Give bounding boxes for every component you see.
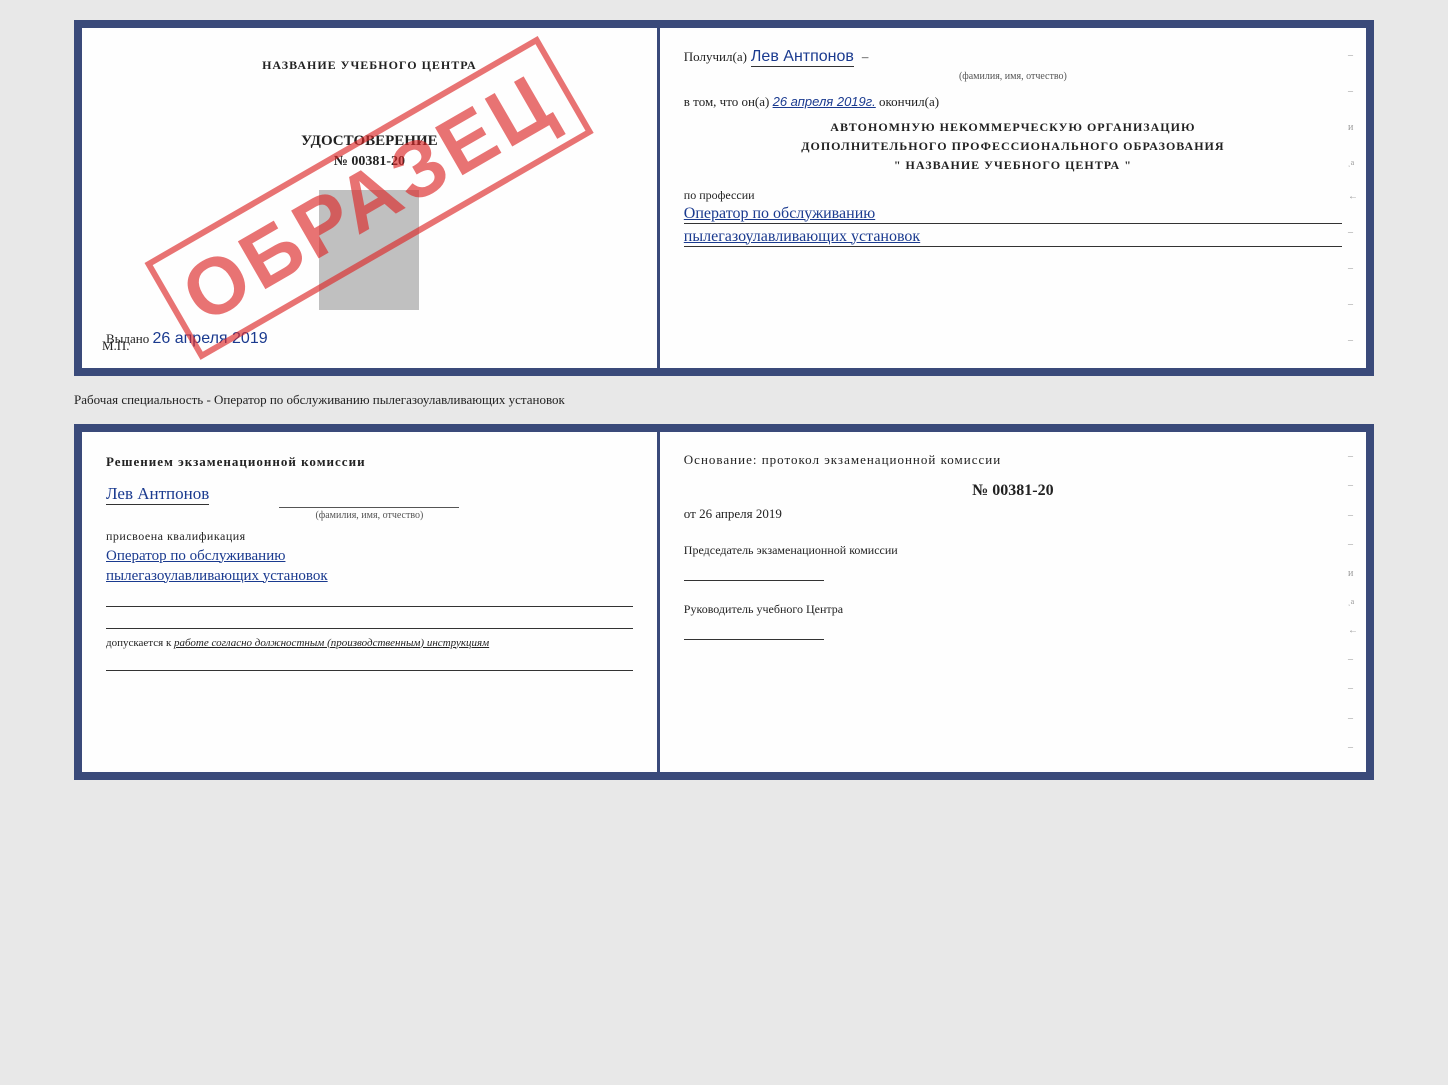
bottom-doc-left: Решением экзаменационной комиссии Лев Ан… <box>82 432 660 772</box>
decision-text: Решением экзаменационной комиссии <box>106 452 633 472</box>
fio-sublabel-bottom: (фамилия, имя, отчество) <box>279 507 459 521</box>
blank-line-3 <box>106 655 633 671</box>
completed-suffix: окончил(а) <box>879 94 939 109</box>
side-dashes-top: ––иͺа←–––– <box>1348 28 1358 368</box>
profession-label: по профессии <box>684 188 1342 203</box>
qual-line1: Оператор по обслуживанию <box>106 548 633 565</box>
protocol-number: № 00381-20 <box>684 482 1342 500</box>
separator-label: Рабочая специальность - Оператор по обсл… <box>74 386 1374 414</box>
admitted-text-value: работе согласно должностным (производств… <box>174 637 489 649</box>
completed-date: 26 апреля 2019г. <box>773 94 876 109</box>
basis-label: Основание: протокол экзаменационной коми… <box>684 452 1342 468</box>
org-line1: АВТОНОМНУЮ НЕКОММЕРЧЕСКУЮ ОРГАНИЗАЦИЮ <box>684 118 1342 137</box>
chairman-sig-line <box>684 563 824 581</box>
received-line: Получил(а) Лев Антпонов – <box>684 48 1342 67</box>
received-label: Получил(а) <box>684 49 747 65</box>
blank-line-1 <box>106 591 633 607</box>
top-doc-left: НАЗВАНИЕ УЧЕБНОГО ЦЕНТРА ОБРАЗЕЦ УДОСТОВ… <box>82 28 660 368</box>
director-label: Руководитель учебного Центра <box>684 601 1342 618</box>
issued-date-value: 26 апреля 2019 <box>153 330 268 347</box>
bottom-document: Решением экзаменационной комиссии Лев Ан… <box>74 424 1374 780</box>
admitted-text: допускается к работе согласно должностны… <box>106 637 633 649</box>
org-line3: " НАЗВАНИЕ УЧЕБНОГО ЦЕНТРА " <box>684 156 1342 175</box>
profession-line1: Оператор по обслуживанию <box>684 205 1342 224</box>
top-doc-right: Получил(а) Лев Антпонов – (фамилия, имя,… <box>660 28 1366 368</box>
recipient-name: Лев Антпонов <box>751 48 854 67</box>
profession-line2: пылегазоулавливающих установок <box>684 228 1342 247</box>
director-block: Руководитель учебного Центра <box>684 601 1342 640</box>
protocol-date: от 26 апреля 2019 <box>684 506 1342 522</box>
protocol-date-value: 26 апреля 2019 <box>699 506 782 521</box>
admitted-prefix: допускается к <box>106 637 171 649</box>
top-document: НАЗВАНИЕ УЧЕБНОГО ЦЕНТРА ОБРАЗЕЦ УДОСТОВ… <box>74 20 1374 376</box>
mp-label: М.П. <box>102 338 129 354</box>
date-prefix: от <box>684 506 696 521</box>
photo-placeholder <box>319 190 419 310</box>
qual-line2: пылегазоулавливающих установок <box>106 568 633 585</box>
chairman-block: Председатель экзаменационной комиссии <box>684 542 1342 581</box>
school-name-header: НАЗВАНИЕ УЧЕБНОГО ЦЕНТРА <box>262 58 477 73</box>
person-name-bottom: Лев Антпонов <box>106 484 209 505</box>
assigned-qual: присвоена квалификация <box>106 529 633 544</box>
org-line2: ДОПОЛНИТЕЛЬНОГО ПРОФЕССИОНАЛЬНОГО ОБРАЗО… <box>684 137 1342 156</box>
blank-line-2 <box>106 613 633 629</box>
org-block: АВТОНОМНУЮ НЕКОММЕРЧЕСКУЮ ОРГАНИЗАЦИЮ ДО… <box>684 118 1342 176</box>
director-sig-line <box>684 622 824 640</box>
cert-title: УДОСТОВЕРЕНИЕ <box>301 133 438 150</box>
completed-prefix: в том, что он(а) <box>684 94 770 109</box>
fio-sublabel-top: (фамилия, имя, отчество) <box>684 71 1342 82</box>
chairman-label: Председатель экзаменационной комиссии <box>684 542 1342 559</box>
cert-number: № 00381-20 <box>334 154 405 170</box>
bottom-doc-right: Основание: протокол экзаменационной коми… <box>660 432 1366 772</box>
side-dashes-bottom: ––––иͺа←–––– <box>1348 432 1358 772</box>
issued-date: Выдано 26 апреля 2019 <box>106 320 633 348</box>
completed-line: в том, что он(а) 26 апреля 2019г. окончи… <box>684 94 1342 110</box>
